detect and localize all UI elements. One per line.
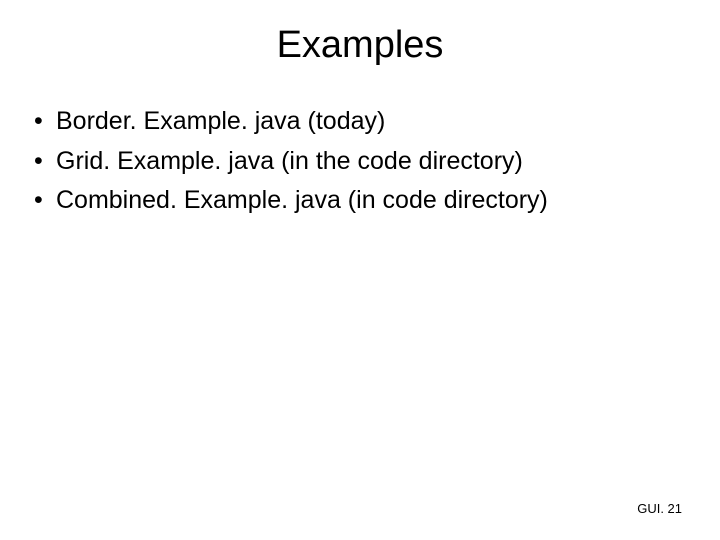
slide-content: Border. Example. java (today) Grid. Exam…: [0, 103, 720, 220]
list-item: Grid. Example. java (in the code directo…: [30, 143, 690, 181]
slide-title: Examples: [0, 0, 720, 103]
list-item: Combined. Example. java (in code directo…: [30, 182, 690, 220]
list-item: Border. Example. java (today): [30, 103, 690, 141]
slide-number: GUI. 21: [637, 501, 682, 516]
bullet-list: Border. Example. java (today) Grid. Exam…: [30, 103, 690, 220]
